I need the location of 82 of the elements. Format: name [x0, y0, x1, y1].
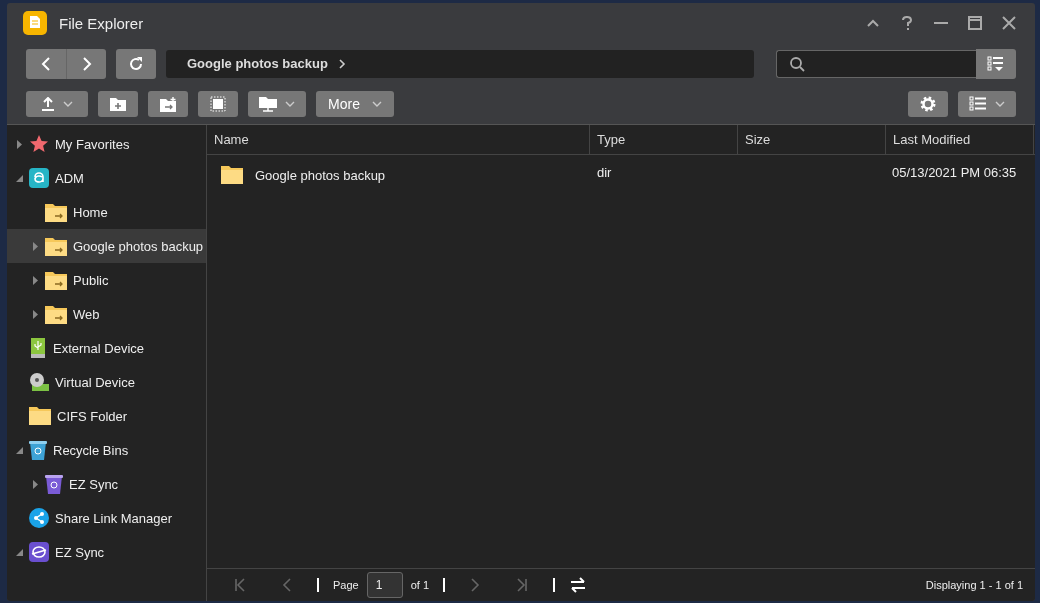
chevron-icon — [337, 57, 346, 70]
disc-drive-icon — [29, 372, 49, 392]
tree-item[interactable]: Home — [7, 195, 206, 229]
folder-icon — [29, 406, 51, 426]
help-icon[interactable] — [899, 15, 915, 31]
search-icon — [789, 55, 805, 72]
more-button[interactable]: More — [316, 91, 394, 117]
caret-icon — [285, 101, 295, 107]
file-row[interactable]: Google photos backup dir 05/13/2021 PM 06:35 — [207, 155, 1035, 195]
collapsed-arrow-icon[interactable] — [32, 309, 38, 319]
page-input[interactable]: 1 — [366, 572, 403, 598]
page-label: Page — [333, 579, 359, 591]
settings-button[interactable] — [908, 91, 948, 117]
mount-button[interactable] — [248, 91, 306, 117]
collapsed-arrow-icon[interactable] — [32, 479, 38, 489]
new-folder-icon — [110, 97, 126, 111]
collapsed-arrow-icon[interactable] — [32, 275, 38, 285]
expanded-arrow-icon[interactable] — [15, 174, 23, 182]
tree-item[interactable]: Share Link Manager — [7, 501, 206, 535]
tree-item[interactable]: My Favorites — [7, 127, 206, 161]
back-button[interactable] — [26, 48, 66, 79]
tree-item[interactable]: EZ Sync — [7, 467, 206, 501]
upload-icon — [41, 97, 55, 111]
tree-item[interactable]: ADM — [7, 161, 206, 195]
upload-button[interactable] — [26, 91, 88, 117]
collapsed-arrow-icon[interactable] — [16, 139, 22, 149]
tree-item[interactable]: CIFS Folder — [7, 399, 206, 433]
app-logo-icon — [23, 11, 47, 35]
caret-icon — [995, 101, 1005, 107]
refresh-button[interactable] — [116, 48, 156, 79]
maximize-icon[interactable] — [967, 15, 983, 31]
caret-icon — [371, 101, 382, 107]
usb-drive-icon — [29, 338, 47, 358]
modified-date: 05/13/2021 PM 06:35 — [892, 165, 1017, 180]
file-type: dir — [597, 165, 612, 180]
list-view-icon — [969, 96, 987, 112]
column-header[interactable]: Size — [738, 125, 886, 154]
search-field[interactable] — [776, 49, 976, 78]
tree-item[interactable]: External Device — [7, 331, 206, 365]
trash-bin-icon — [29, 440, 47, 460]
column-header[interactable]: Last Modified — [886, 125, 1034, 154]
network-folder-icon — [259, 96, 277, 112]
tree-item[interactable]: EZ Sync — [7, 535, 206, 569]
folder-add-icon — [160, 96, 176, 112]
star-icon — [29, 134, 49, 154]
app-logo-icon — [29, 168, 49, 188]
caret-icon — [63, 101, 73, 107]
settings-icon — [919, 95, 937, 113]
shared-folder-icon — [45, 202, 67, 222]
expanded-arrow-icon[interactable] — [15, 446, 23, 454]
column-header[interactable]: Name — [207, 125, 590, 154]
breadcrumb-link[interactable]: Google photos backup — [187, 56, 328, 71]
select-all-button[interactable] — [198, 91, 238, 117]
display-summary: Displaying 1 - 1 of 1 — [925, 579, 1023, 591]
page-count: of 1 — [410, 579, 430, 591]
shared-folder-icon — [45, 236, 67, 256]
tree-item[interactable]: Recycle Bins — [7, 433, 206, 467]
shared-folder-icon — [45, 304, 67, 324]
select-all-icon — [210, 96, 226, 112]
filter-list-icon — [987, 55, 1005, 72]
window-title: File Explorer — [59, 14, 144, 32]
tree-item[interactable]: Web — [7, 297, 206, 331]
folder-icon — [221, 165, 243, 185]
chevron-right-icon — [80, 56, 93, 71]
forward-button[interactable] — [66, 48, 106, 79]
close-icon[interactable] — [1001, 15, 1017, 31]
shared-folder-icon — [45, 270, 67, 290]
column-header[interactable]: Type — [590, 125, 738, 154]
sync-app-icon — [29, 542, 49, 562]
share-icon — [29, 508, 49, 528]
filter-button[interactable] — [976, 48, 1016, 79]
tree-item[interactable]: Google photos backup — [7, 229, 206, 263]
tree-item[interactable]: Public — [7, 263, 206, 297]
trash-bin-icon — [45, 474, 63, 494]
chevron-left-icon — [40, 56, 52, 71]
view-mode-button[interactable] — [958, 91, 1016, 117]
tree-item[interactable]: Virtual Device — [7, 365, 206, 399]
new-folder-button[interactable] — [98, 91, 138, 117]
file-name: Google photos backup — [255, 167, 386, 183]
expanded-arrow-icon[interactable] — [15, 548, 23, 556]
new-share-folder-button[interactable] — [148, 91, 188, 117]
collapsed-arrow-icon[interactable] — [32, 241, 38, 251]
